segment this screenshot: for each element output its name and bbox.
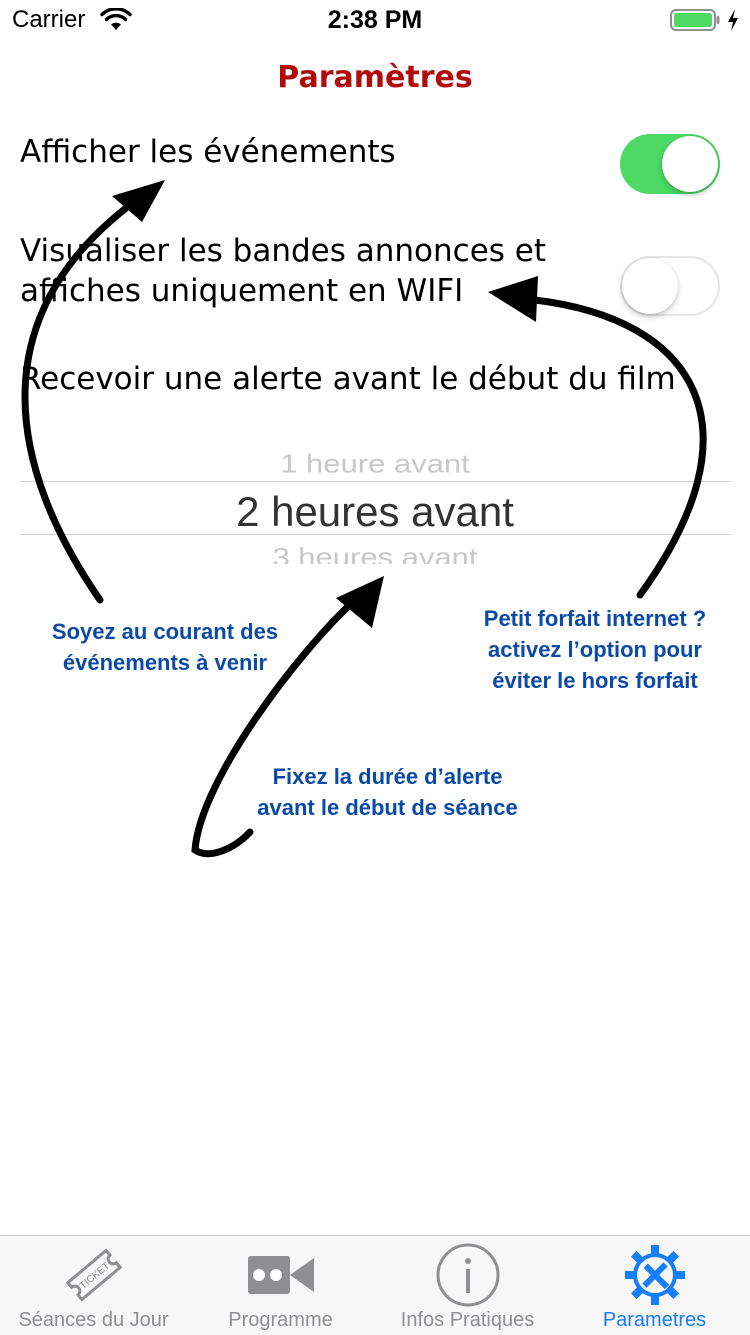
tab-label: Infos Pratiques xyxy=(400,1309,535,1331)
tab-programme[interactable]: Programme xyxy=(187,1236,374,1335)
info-icon xyxy=(436,1243,500,1307)
callout-line: activez l’option pour xyxy=(488,637,702,662)
callout-line: avant le début de séance xyxy=(257,795,518,820)
arrowhead-wifi xyxy=(488,276,538,322)
callout-line: événements à venir xyxy=(62,650,268,675)
callout-line: Soyez au courant des xyxy=(51,619,279,644)
arrow-to-wifi xyxy=(531,296,707,599)
ticket-icon: TICKET xyxy=(65,1248,123,1302)
tab-label: Séances du Jour xyxy=(18,1309,169,1331)
tab-label: Programme xyxy=(228,1309,333,1331)
annotation-arrows xyxy=(21,180,707,858)
callout-line: éviter le hors forfait xyxy=(492,668,698,693)
settings-gear-wrench-icon xyxy=(625,1245,685,1305)
tab-bar: TICKET Séances du Jour Programme Infos P… xyxy=(0,1235,750,1335)
events-callout: Soyez au courant des événements à venir xyxy=(15,616,315,678)
tab-seances-du-jour[interactable]: TICKET Séances du Jour xyxy=(0,1236,187,1335)
tab-infos-pratiques[interactable]: Infos Pratiques xyxy=(374,1236,561,1335)
callout-line: Fixez la durée d’alerte xyxy=(272,764,503,789)
wifi-callout: Petit forfait internet ? activez l’optio… xyxy=(445,603,745,696)
arrow-to-events xyxy=(21,201,134,604)
video-camera-icon xyxy=(248,1256,314,1294)
tab-parametres[interactable]: Parametres xyxy=(561,1236,748,1335)
arrowhead-picker xyxy=(336,576,384,628)
tab-label: Parametres xyxy=(602,1309,707,1331)
callout-line: Petit forfait internet ? xyxy=(483,606,707,631)
alert-callout: Fixez la durée d’alerte avant le début d… xyxy=(215,761,560,823)
